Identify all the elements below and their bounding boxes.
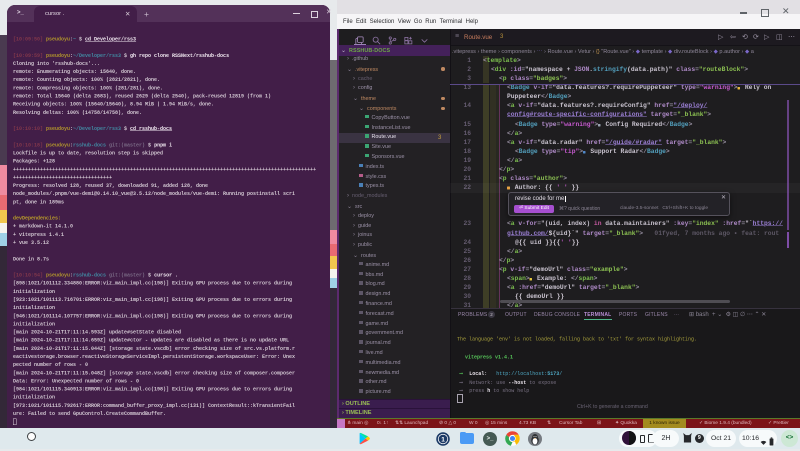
svg-text:1: 1	[441, 436, 445, 443]
